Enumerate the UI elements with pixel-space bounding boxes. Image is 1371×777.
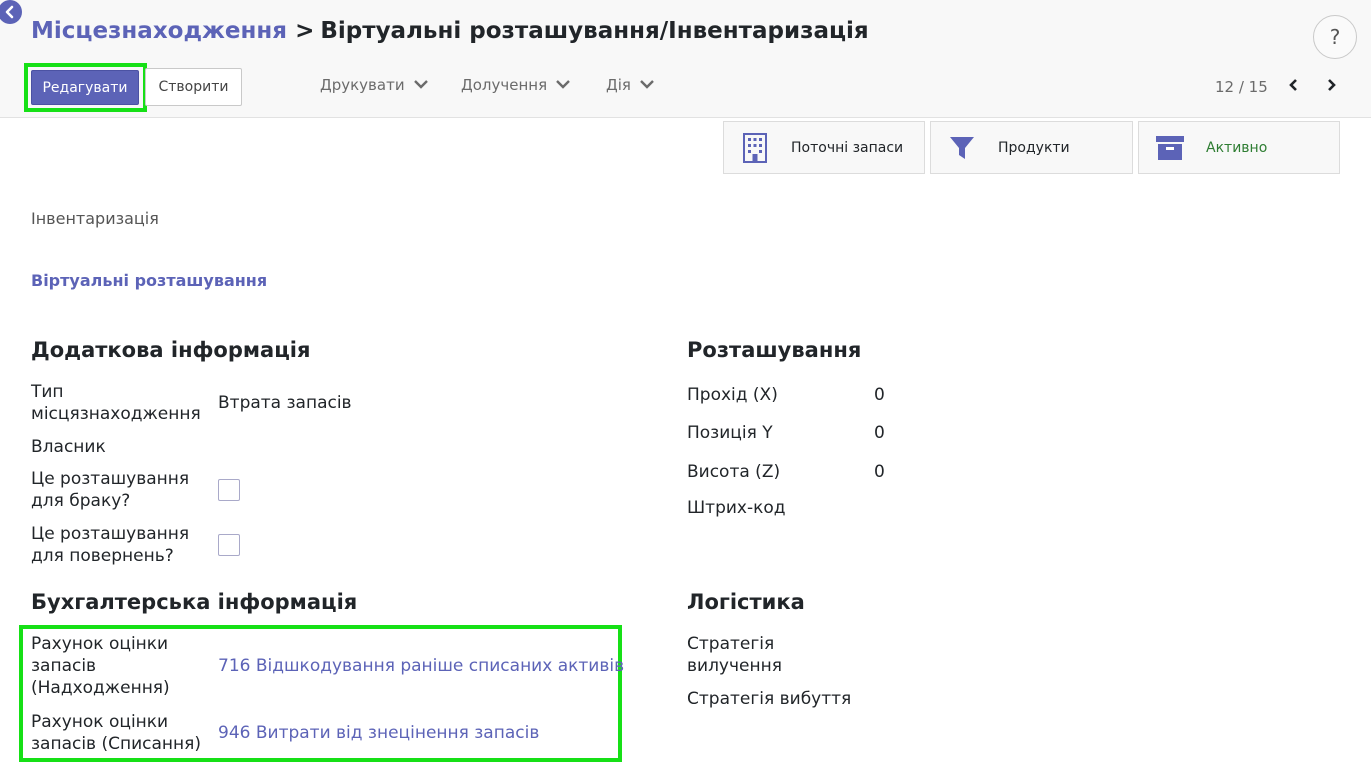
chevron-right-icon bbox=[1326, 77, 1338, 96]
owner-label: Власник bbox=[31, 437, 106, 457]
scrap-location-label: Це розташування для браку? bbox=[31, 469, 190, 511]
chevron-down-icon bbox=[639, 76, 655, 94]
breadcrumb-current: Віртуальні розташування/Інвентаризація bbox=[320, 18, 869, 44]
stock-valuation-out-label: Рахунок оцінки запасів (Списання) bbox=[31, 712, 201, 754]
control-panel: Місцезнаходження > Віртуальні розташування… bbox=[0, 0, 1371, 118]
additional-info-title: Додаткова інформація bbox=[31, 338, 311, 362]
help-icon: ? bbox=[1329, 25, 1341, 49]
return-location-label: Це розташування для повернень? bbox=[31, 524, 190, 566]
products-button[interactable]: Продукти bbox=[930, 121, 1133, 174]
position-y-label: Позиція Y bbox=[687, 423, 773, 443]
back-arrow-icon[interactable] bbox=[0, 0, 22, 24]
logistics-title: Логістика bbox=[687, 590, 805, 614]
stock-valuation-out-link[interactable]: 946 Витрати від знецінення запасів bbox=[218, 722, 539, 744]
accounting-info-title: Бухгалтерська інформація bbox=[31, 590, 358, 614]
stock-valuation-in-label: Рахунок оцінки запасів (Надходження) bbox=[31, 634, 170, 698]
corridor-x-value[interactable]: 0 bbox=[874, 384, 885, 406]
attachments-dropdown[interactable]: Долучення bbox=[461, 76, 571, 94]
removal-strategy-label: Стратегія вилучення bbox=[687, 634, 782, 676]
location-type-value[interactable]: Втрата запасів bbox=[218, 392, 352, 414]
action-dropdown[interactable]: Дія bbox=[606, 76, 655, 94]
help-button[interactable]: ? bbox=[1313, 15, 1357, 59]
barcode-label: Штрих-код bbox=[687, 498, 786, 518]
height-z-label: Висота (Z) bbox=[687, 462, 781, 482]
current-stock-button[interactable]: Поточні запаси bbox=[723, 121, 925, 174]
active-toggle-button[interactable]: Активно bbox=[1138, 121, 1340, 174]
print-dropdown[interactable]: Друкувати bbox=[320, 76, 429, 94]
pager-value[interactable]: 12 / 15 bbox=[1215, 78, 1268, 96]
pager-next-button[interactable] bbox=[1322, 76, 1342, 96]
corridor-x-label: Прохід (X) bbox=[687, 385, 778, 405]
pager-previous-button[interactable] bbox=[1283, 76, 1303, 96]
create-button[interactable]: Створити bbox=[145, 68, 242, 106]
filter-icon bbox=[948, 134, 976, 162]
chevron-left-icon bbox=[1287, 77, 1299, 96]
attachments-dropdown-label: Долучення bbox=[461, 76, 548, 94]
putaway-strategy-label: Стратегія вибуття bbox=[687, 689, 852, 709]
scrap-location-checkbox[interactable] bbox=[218, 479, 240, 501]
location-group-title: Розташування bbox=[687, 338, 862, 362]
record-name: Інвентаризація bbox=[31, 209, 159, 228]
stock-valuation-in-link[interactable]: 716 Відшкодування раніше списаних активі… bbox=[218, 655, 624, 677]
print-dropdown-label: Друкувати bbox=[320, 76, 405, 94]
return-location-checkbox[interactable] bbox=[218, 534, 240, 556]
chevron-down-icon bbox=[413, 76, 429, 94]
edit-button[interactable]: Редагувати bbox=[31, 70, 139, 105]
height-z-value[interactable]: 0 bbox=[874, 461, 885, 483]
breadcrumb: Місцезнаходження > Віртуальні розташування… bbox=[31, 18, 869, 44]
building-icon bbox=[741, 132, 769, 163]
active-label: Активно bbox=[1206, 139, 1268, 156]
products-label: Продукти bbox=[998, 139, 1070, 156]
breadcrumb-separator: > bbox=[295, 18, 315, 44]
location-type-label: Тип місцязнаходження bbox=[31, 382, 201, 424]
current-stock-label: Поточні запаси bbox=[791, 139, 904, 156]
action-dropdown-label: Дія bbox=[606, 76, 631, 94]
chevron-down-icon bbox=[555, 76, 571, 94]
archive-icon bbox=[1156, 134, 1184, 162]
parent-location-link[interactable]: Віртуальні розташування bbox=[31, 271, 267, 290]
breadcrumb-parent-link[interactable]: Місцезнаходження bbox=[31, 18, 287, 44]
position-y-value[interactable]: 0 bbox=[874, 422, 885, 444]
